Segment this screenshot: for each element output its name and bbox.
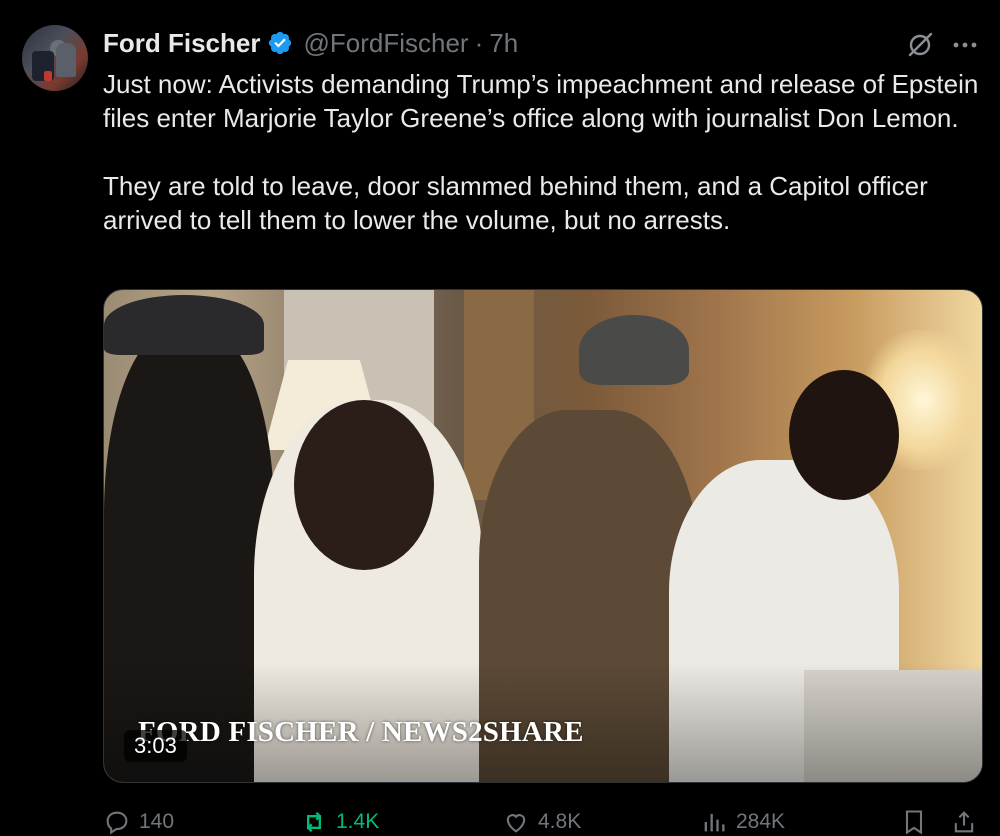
author-name[interactable]: Ford Fischer — [103, 28, 260, 59]
views-button[interactable]: 284K — [700, 808, 785, 836]
repost-icon — [306, 811, 322, 833]
repost-button[interactable]: 1.4K — [300, 808, 379, 836]
share-icon — [954, 811, 974, 833]
like-count: 4.8K — [538, 810, 582, 833]
reply-button[interactable]: 140 — [103, 808, 174, 836]
reply-count: 140 — [139, 810, 175, 833]
like-icon — [506, 814, 526, 833]
more-icon[interactable] — [950, 32, 980, 58]
tweet-actions: 140 1.4K 4.8K 284K — [0, 800, 1000, 835]
author-handle[interactable]: @FordFischer — [303, 28, 468, 59]
bookmark-icon — [905, 810, 923, 835]
video-watermark: FORD FISCHER / NEWS2SHARE — [138, 716, 584, 748]
video-player[interactable]: FORD FISCHER / NEWS2SHARE 3:03 — [103, 289, 983, 783]
avatar[interactable] — [22, 25, 88, 91]
grok-icon[interactable] — [905, 30, 935, 60]
separator-dot: · — [474, 27, 484, 58]
repost-count: 1.4K — [336, 810, 380, 833]
verified-badge-icon[interactable] — [267, 30, 293, 56]
tweet-text: Just now: Activists demanding Trump’s im… — [103, 69, 979, 235]
bookmark-button[interactable] — [900, 808, 936, 836]
timestamp[interactable]: 7h — [489, 28, 518, 59]
reply-icon — [106, 811, 128, 835]
views-count: 284K — [736, 810, 786, 833]
tweet-header: Ford Fischer @FordFischer · 7h — [103, 28, 518, 58]
video-duration-badge: 3:03 — [124, 730, 187, 762]
share-button[interactable] — [950, 808, 986, 836]
like-button[interactable]: 4.8K — [502, 808, 581, 836]
views-icon — [704, 813, 725, 832]
